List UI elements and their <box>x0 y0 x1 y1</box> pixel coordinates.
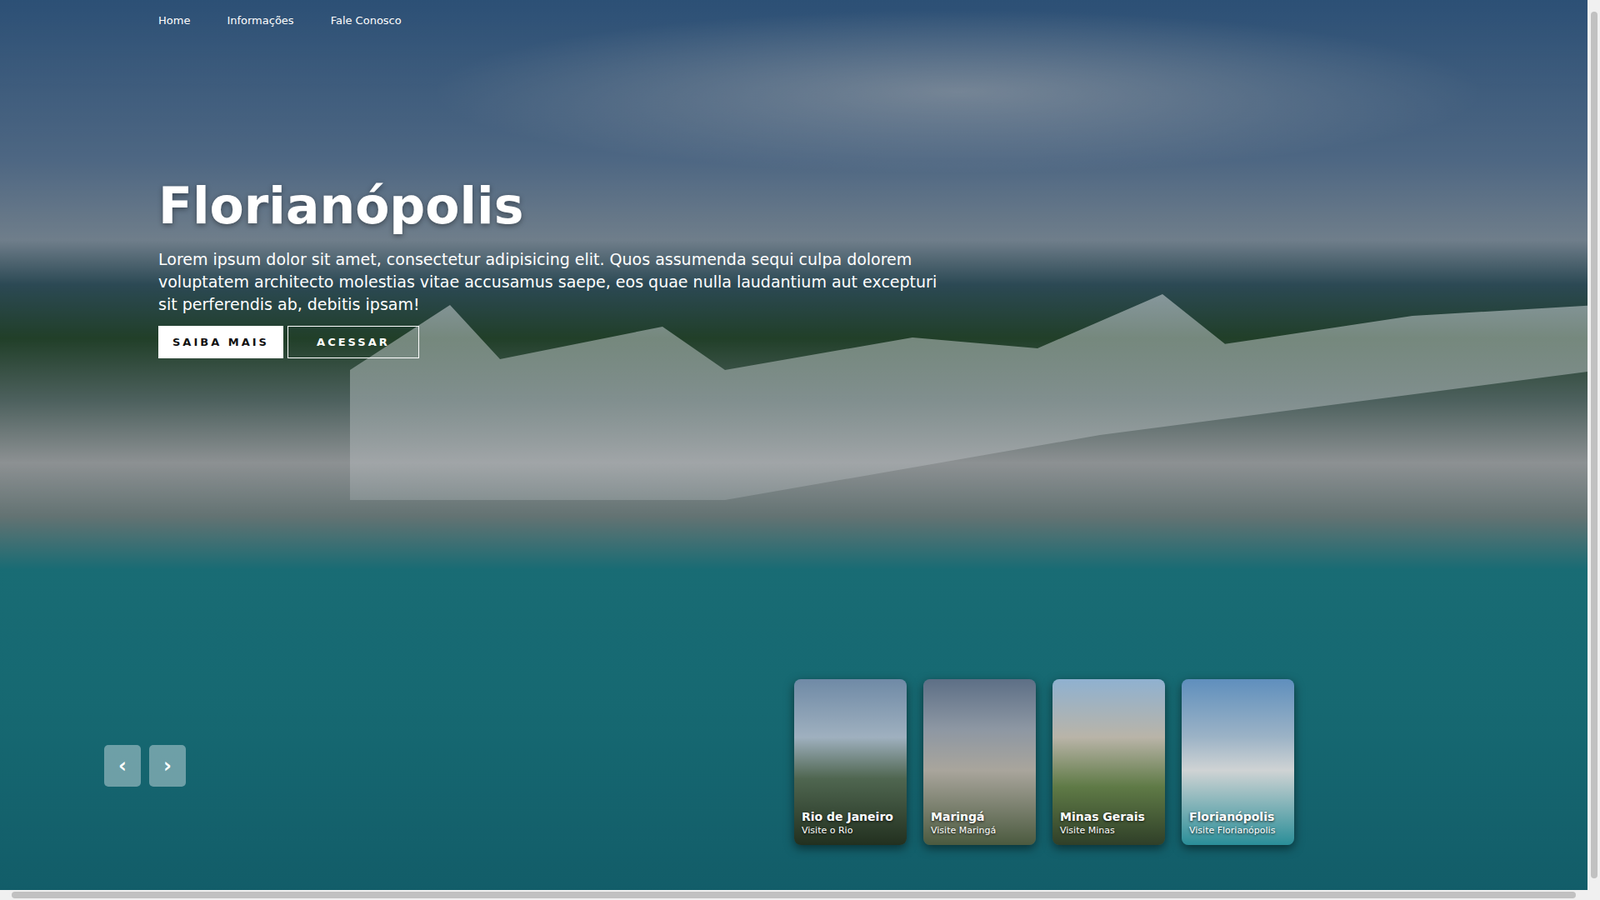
destination-cards: Rio de JaneiroVisite o RioMaringáVisite … <box>794 679 1295 845</box>
card-title: Maringá <box>930 809 1031 825</box>
card-subtitle: Visite o Rio <box>801 824 902 838</box>
scrollbar-corner <box>1587 890 1600 900</box>
slider-controls: ‹›Rio de JaneiroVisite o RioMaringáVisit… <box>0 679 1588 845</box>
scroll-thumb[interactable] <box>11 891 1576 899</box>
vertical-scrollbar[interactable] <box>1587 0 1600 890</box>
arrow-buttons: ‹› <box>104 745 186 787</box>
page: Home Informações Fale Conosco Florianópolis… <box>0 0 1600 900</box>
hero-title: Florianópolis <box>158 175 942 237</box>
next-button[interactable]: › <box>149 745 186 787</box>
card-subtitle: Visite Maringá <box>930 824 1031 838</box>
destination-card[interactable]: Rio de JaneiroVisite o Rio <box>794 679 907 845</box>
card-title: Florianópolis <box>1189 809 1290 825</box>
hero-description: Lorem ipsum dolor sit amet, consectetur … <box>158 248 942 316</box>
background-photo <box>350 283 1588 500</box>
card-title: Rio de Janeiro <box>801 809 902 825</box>
hero-button[interactable]: ACESSAR <box>287 325 420 359</box>
scroll-thumb[interactable] <box>1590 11 1598 879</box>
card-subtitle: Visite Florianópolis <box>1189 824 1290 838</box>
hero-button[interactable]: SAIBA MAIS <box>158 325 284 359</box>
horizontal-scrollbar[interactable] <box>0 890 1588 900</box>
card-subtitle: Visite Minas <box>1060 824 1160 838</box>
prev-button[interactable]: ‹ <box>104 745 141 787</box>
card-title: Minas Gerais <box>1060 809 1160 825</box>
destination-card[interactable]: MaringáVisite Maringá <box>923 679 1036 845</box>
hero-content: Florianópolis Lorem ipsum dolor sit amet,… <box>158 175 942 359</box>
destination-card[interactable]: Minas GeraisVisite Minas <box>1052 679 1165 845</box>
destination-card[interactable]: FlorianópolisVisite Florianópolis <box>1181 679 1295 845</box>
hero-slider: Home Informações Fale Conosco Florianópolis… <box>0 0 1588 890</box>
nav-link[interactable]: Informações <box>226 13 294 29</box>
nav-link[interactable]: Fale Conosco <box>330 13 402 29</box>
hero-buttons: SAIBA MAISACESSAR <box>158 325 942 359</box>
top-nav: Home Informações Fale Conosco <box>0 0 1588 29</box>
nav-link[interactable]: Home <box>158 13 190 29</box>
